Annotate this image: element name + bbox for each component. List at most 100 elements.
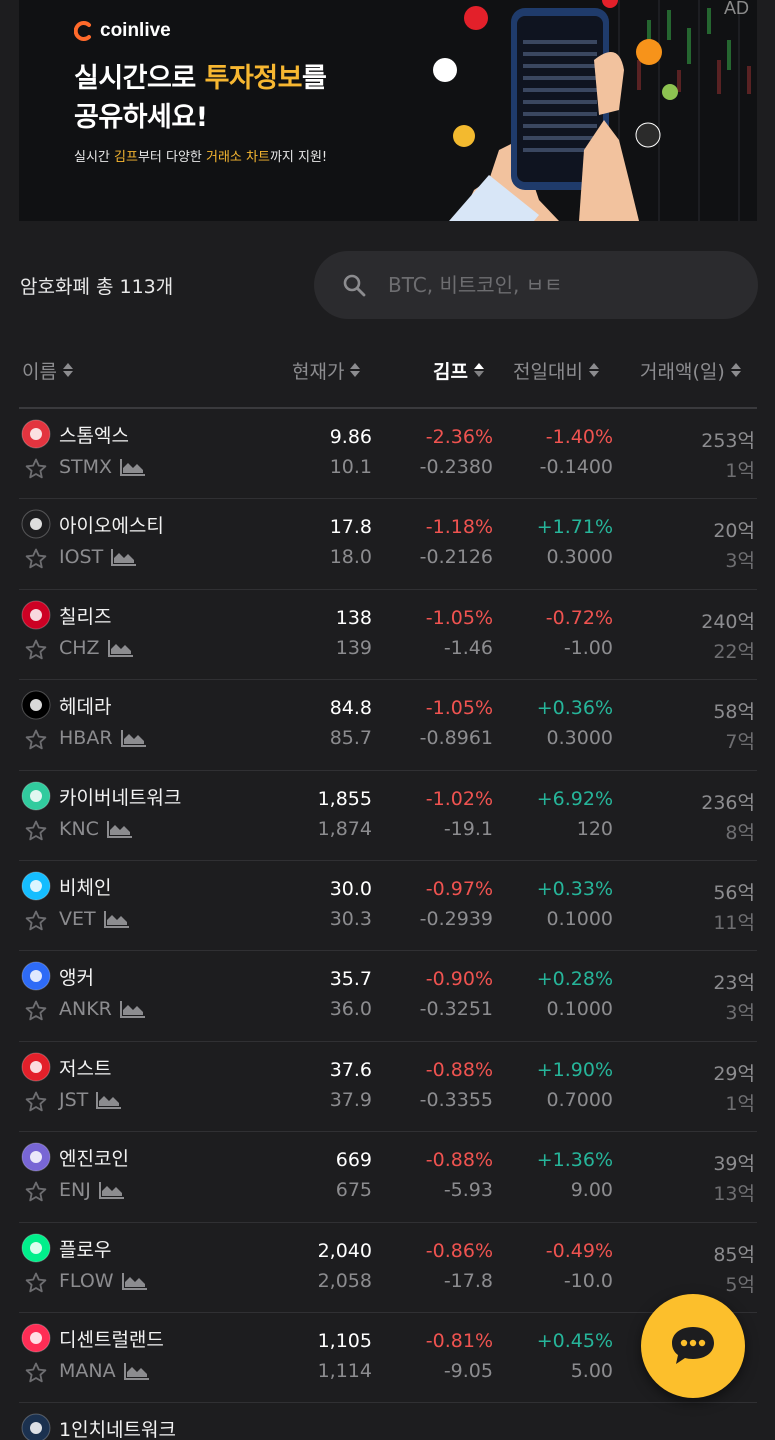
reference-price: 85.7: [329, 727, 372, 750]
favorite-star-icon[interactable]: [24, 1090, 48, 1114]
favorite-star-icon[interactable]: [24, 1361, 48, 1385]
coin-name: 저스트: [59, 1057, 112, 1080]
coin-symbol-text: ANKR: [59, 998, 112, 1021]
coin-name: 헤데라: [59, 696, 112, 719]
area-chart-icon[interactable]: [96, 1091, 122, 1109]
coin-row[interactable]: 비체인 VET 30.0 30.3 -0.97% -0.2939 +0.33% 0.1000 5…: [19, 861, 757, 952]
sort-by-volume[interactable]: 거래액(일): [640, 350, 741, 390]
chat-button[interactable]: [641, 1294, 745, 1398]
area-chart-icon[interactable]: [111, 548, 137, 567]
daily-change-percent: +1.71%: [536, 516, 613, 539]
kimp-percent: -1.18%: [425, 516, 493, 539]
coin-row[interactable]: 스톰엑스 STMX 9.86 10.1 -2.36% -0.2380 -1.40% -0.14…: [19, 409, 757, 500]
chat-bubble-icon: [672, 1327, 714, 1364]
area-chart-icon[interactable]: [106, 820, 133, 838]
daily-change-percent: -0.49%: [545, 1239, 613, 1262]
daily-change-amount: -1.00: [563, 636, 613, 659]
daily-change-percent: -0.72%: [545, 606, 613, 629]
daily-volume-secondary: 5억: [725, 1273, 755, 1296]
kimp-percent: -1.05%: [425, 606, 493, 629]
sort-icon: [62, 363, 73, 377]
daily-volume: 29억: [713, 1062, 755, 1085]
reference-price: 1,874: [317, 817, 372, 840]
daily-change-amount: 5.00: [570, 1359, 613, 1382]
favorite-star-icon[interactable]: [24, 638, 48, 662]
daily-change-amount: 0.1000: [546, 998, 613, 1021]
coin-logo-icon: [21, 1413, 51, 1440]
favorite-star-icon[interactable]: [24, 819, 48, 843]
ad-banner[interactable]: AD coinlive 실시간으로 투자정보를 공유하세요! 실시간 김프부터 …: [19, 0, 757, 221]
favorite-star-icon[interactable]: [24, 547, 48, 571]
area-chart-icon[interactable]: [103, 910, 130, 928]
search-input[interactable]: [388, 265, 738, 305]
favorite-star-icon[interactable]: [24, 457, 48, 481]
area-chart-icon[interactable]: [120, 458, 146, 476]
favorite-star-icon[interactable]: [24, 1271, 48, 1295]
column-price-label: 현재가: [292, 360, 345, 383]
kimp-amount: -5.93: [443, 1179, 493, 1202]
coin-row[interactable]: 아이오에스티 IOST 17.8 18.0 -1.18% -0.2126 +1.71% 0.3…: [19, 499, 757, 590]
sort-by-kimp[interactable]: 김프: [433, 350, 484, 390]
sort-by-price[interactable]: 현재가: [292, 350, 361, 390]
coin-row[interactable]: 1인치네트워크: [19, 1403, 757, 1440]
kimp-amount: -0.3355: [419, 1088, 493, 1111]
daily-volume: 56억: [713, 881, 755, 904]
daily-change-amount: 0.3000: [546, 546, 613, 569]
daily-change-amount: 0.7000: [546, 1088, 613, 1111]
daily-volume-secondary: 8억: [725, 821, 755, 844]
kimp-amount: -17.8: [443, 1269, 493, 1292]
reference-price: 139: [335, 636, 372, 659]
coin-logo-icon: [21, 871, 51, 901]
daily-change-amount: 9.00: [570, 1179, 613, 1202]
daily-change-percent: +1.90%: [536, 1058, 613, 1081]
daily-volume-secondary: 13억: [713, 1183, 755, 1206]
favorite-star-icon[interactable]: [24, 909, 48, 933]
coin-symbol: KNC: [59, 818, 133, 840]
coin-row[interactable]: 앵커 ANKR 35.7 36.0 -0.90% -0.3251 +0.28% 0.1000 2…: [19, 951, 757, 1042]
daily-volume: 85억: [713, 1243, 755, 1266]
current-price: 1,105: [317, 1329, 372, 1352]
current-price: 2,040: [317, 1239, 372, 1262]
search-box[interactable]: [314, 251, 758, 319]
area-chart-icon[interactable]: [120, 729, 147, 748]
favorite-star-icon[interactable]: [24, 999, 48, 1023]
favorite-star-icon[interactable]: [24, 1180, 48, 1204]
coin-symbol: CHZ: [59, 637, 134, 659]
coin-row[interactable]: 플로우 FLOW 2,040 2,058 -0.86% -17.8 -0.49% -10.0 8…: [19, 1223, 757, 1313]
daily-change-amount: 0.1000: [546, 907, 613, 930]
coin-row[interactable]: 저스트 JST 37.6 37.9 -0.88% -0.3355 +1.90% 0.7000 2…: [19, 1042, 757, 1133]
favorite-star-icon[interactable]: [24, 728, 48, 752]
area-chart-icon[interactable]: [123, 1362, 150, 1380]
area-chart-icon[interactable]: [107, 639, 134, 657]
area-chart-icon[interactable]: [121, 1272, 148, 1290]
brand-name: coinlive: [100, 20, 171, 41]
coin-name: 엔진코인: [59, 1148, 129, 1171]
sort-by-change[interactable]: 전일대비: [513, 350, 599, 390]
coin-symbol-text: ENJ: [59, 1179, 91, 1202]
daily-volume: 39억: [713, 1153, 755, 1176]
coin-symbol-text: CHZ: [59, 636, 100, 659]
area-chart-icon[interactable]: [98, 1181, 125, 1200]
coin-logo-icon: [21, 419, 51, 449]
kimp-amount: -0.2380: [419, 456, 493, 478]
coin-name: 아이오에스티: [59, 515, 164, 538]
daily-change-amount: -0.1400: [539, 456, 613, 478]
coin-logo-icon: [21, 690, 51, 720]
coin-row[interactable]: 칠리즈 CHZ 138 139 -1.05% -1.46 -0.72% -1.00 240억 22…: [19, 590, 757, 681]
coin-row[interactable]: 헤데라 HBAR 84.8 85.7 -1.05% -0.8961 +0.36% 0.3000…: [19, 680, 757, 771]
coin-symbol: JST: [59, 1089, 122, 1111]
column-kimp-label: 김프: [433, 360, 468, 383]
coin-row[interactable]: 엔진코인 ENJ 669 675 -0.88% -5.93 +1.36% 9.00 39억 13억: [19, 1132, 757, 1223]
area-chart-icon[interactable]: [119, 1000, 146, 1019]
daily-volume-secondary: 3억: [725, 1002, 755, 1025]
coin-logo-icon: [21, 1233, 51, 1263]
coin-name: 플로우: [59, 1238, 112, 1261]
daily-change-percent: +0.33%: [536, 877, 613, 900]
reference-price: 1,114: [317, 1359, 372, 1382]
sort-by-name[interactable]: 이름: [22, 350, 73, 390]
current-price: 17.8: [329, 516, 372, 539]
coin-symbol-text: MANA: [59, 1359, 116, 1382]
coin-row[interactable]: 카이버네트워크 KNC 1,855 1,874 -1.02% -19.1 +6.92% 120…: [19, 771, 757, 861]
daily-volume-secondary: 22억: [713, 640, 755, 663]
coin-symbol-text: HBAR: [59, 727, 113, 750]
